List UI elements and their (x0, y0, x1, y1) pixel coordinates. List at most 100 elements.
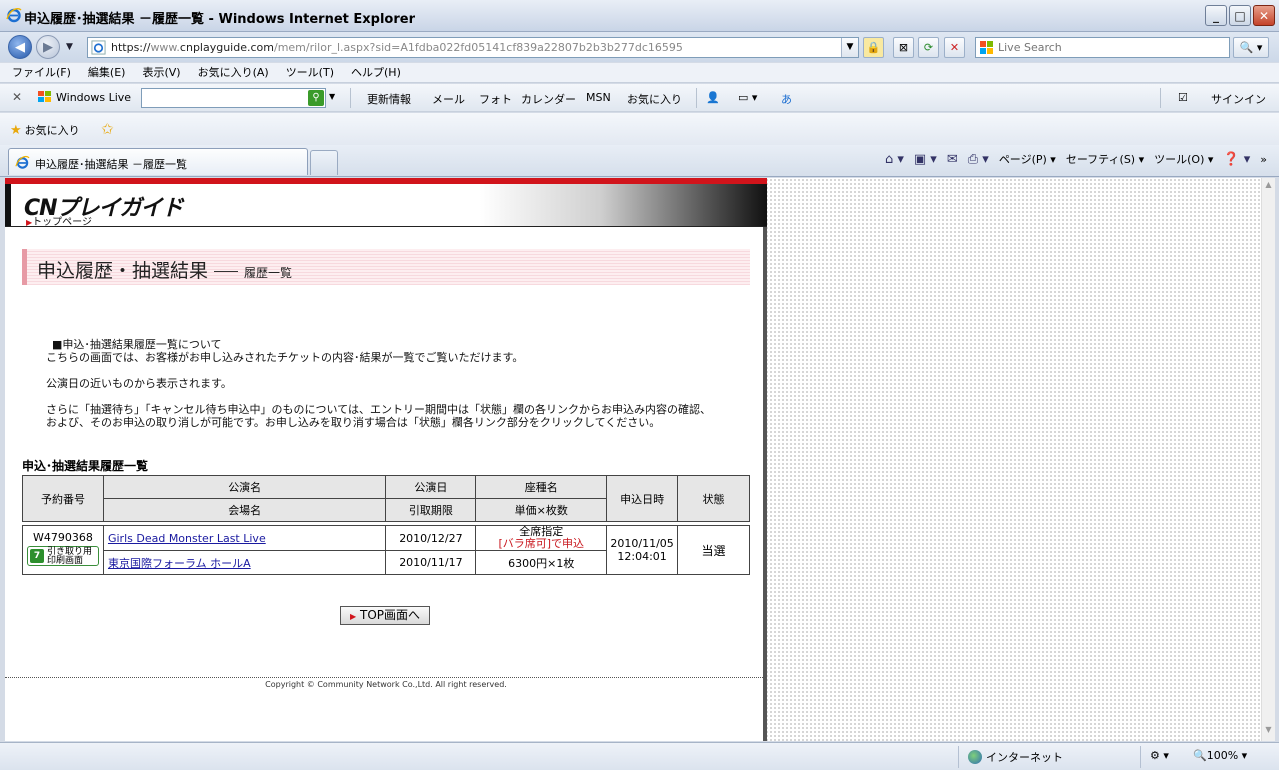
forward-arrow-icon: ▶ (43, 39, 53, 55)
title-bar: 申込履歴･抽選結果 －履歴一覧 - Windows Internet Explo… (0, 0, 1279, 32)
live-favorites[interactable]: お気に入り (627, 91, 682, 107)
tab-active[interactable]: 申込履歴･抽選結果 －履歴一覧 (8, 148, 308, 175)
table-row: W4790368 7 引き取り用 印刷画面 Girls Dead Monster … (22, 525, 750, 575)
col-reservation-no: 予約番号 (22, 475, 104, 522)
address-url[interactable]: https://www.cnplayguide.com/mem/rilor_l.… (111, 41, 683, 54)
add-favorite-icon[interactable]: ✩ (101, 120, 114, 138)
live-calendar[interactable]: カレンダー (521, 91, 576, 107)
live-toolbar-search[interactable]: ⚲ (141, 88, 326, 108)
live-updates[interactable]: 更新情報 (367, 91, 411, 107)
menu-help[interactable]: ヘルプ(H) (351, 63, 401, 82)
page-menu[interactable]: ページ(P) ▾ (999, 151, 1056, 167)
favorites-button[interactable]: ★ お気に入り (10, 122, 80, 138)
live-mail[interactable]: メール (432, 91, 465, 107)
read-mail-icon[interactable]: ✉ (947, 152, 958, 167)
windows-flag-icon (980, 41, 993, 54)
intro-heading: ■申込･抽選結果履歴一覧について (52, 338, 222, 351)
refresh-icon[interactable]: ⟳ (918, 37, 939, 58)
address-row: ◀ ▶ ▼ https://www.cnplayguide.com/mem/ri… (0, 32, 1279, 62)
live-search-box[interactable] (975, 37, 1230, 58)
live-search-input[interactable] (976, 38, 1206, 57)
windows-live-brand[interactable]: Windows Live (38, 91, 131, 104)
scroll-down-icon[interactable]: ▼ (1262, 725, 1275, 739)
pickup-print-button[interactable]: 7 引き取り用 印刷画面 (26, 546, 99, 566)
translate-icon[interactable]: あ (781, 91, 792, 107)
address-dropdown-icon[interactable]: ▼ (841, 38, 858, 57)
window-title: 申込履歴･抽選結果 －履歴一覧 - Windows Internet Explo… (24, 12, 415, 27)
history-table: 予約番号 公演名 公演日 座種名 申込日時 状態 会場名 引取期限 単価×枚数 … (22, 475, 750, 575)
scroll-up-icon[interactable]: ▲ (1262, 180, 1275, 194)
live-msn[interactable]: MSN (586, 91, 611, 104)
lock-icon[interactable]: 🔒 (863, 37, 884, 58)
intro-text: ■申込･抽選結果履歴一覧について こちらの画面では、お客様がお申し込みされたチケ… (46, 338, 711, 442)
search-go-icon[interactable]: ⚲ (308, 90, 324, 106)
protected-mode-icon[interactable]: ⚙ ▾ (1150, 749, 1169, 762)
star-icon: ★ (10, 123, 22, 138)
tools-menu[interactable]: ツール(O) ▾ (1154, 151, 1213, 167)
footer-divider (5, 677, 767, 678)
menu-view[interactable]: 表示(V) (142, 63, 180, 82)
col-show-name: 公演名 (102, 475, 387, 499)
col-show-date: 公演日 (385, 475, 477, 499)
spaces-icon[interactable]: ▭ ▾ (738, 91, 757, 104)
back-button[interactable]: ◀ (8, 35, 32, 59)
intro-line: さらに「抽選待ち」「キャンセル待ち申込中」のものについては、エントリー期間中は「… (46, 403, 711, 416)
chevron-more-icon[interactable]: » (1260, 153, 1267, 166)
col-applied-at: 申込日時 (606, 475, 679, 522)
new-tab-button[interactable] (310, 150, 338, 175)
toolbar-separator (696, 88, 697, 108)
signin-link[interactable]: サインイン (1211, 91, 1266, 107)
page-favicon-icon (91, 40, 106, 55)
close-button[interactable]: ✕ (1253, 5, 1275, 26)
search-button[interactable]: 🔍 ▾ (1233, 37, 1269, 58)
reservation-number: W4790368 (33, 531, 93, 544)
messenger-avatar-icon[interactable]: 👤 (706, 91, 720, 104)
live-photos[interactable]: フォト (479, 91, 512, 107)
maximize-button[interactable]: □ (1229, 5, 1251, 26)
intro-line: 公演日の近いものから表示されます。 (46, 377, 232, 390)
live-search-dropdown-icon[interactable]: ▼ (329, 92, 335, 101)
feeds-icon[interactable]: ▣ ▾ (914, 152, 937, 167)
home-icon[interactable]: ⌂ ▾ (885, 152, 904, 167)
toolbar-separator (350, 88, 351, 108)
windows-live-toolbar: ✕ Windows Live ⚲ ▼ 更新情報 メール フォト カレンダー MS… (0, 84, 1279, 112)
help-icon[interactable]: ❓ ▾ (1223, 152, 1250, 167)
menu-edit[interactable]: 編集(E) (88, 63, 126, 82)
triangle-icon: ▶ (350, 612, 357, 621)
reservation-cell: W4790368 7 引き取り用 印刷画面 (22, 525, 104, 575)
top-page-button[interactable]: ▶ TOP画面へ (340, 606, 430, 625)
vertical-scrollbar[interactable]: ▲ ▼ (1261, 178, 1275, 741)
history-dropdown-icon[interactable]: ▼ (66, 42, 73, 52)
menu-file[interactable]: ファイル(F) (12, 63, 71, 82)
print-icon[interactable]: ⎙ ▾ (968, 152, 989, 167)
col-price-qty: 単価×枚数 (475, 498, 608, 522)
venue-link[interactable]: 東京国際フォーラム ホールA (108, 557, 251, 570)
menu-favorites[interactable]: お気に入り(A) (198, 63, 269, 82)
stop-icon[interactable]: ✕ (944, 37, 965, 58)
heading-dash (214, 271, 239, 272)
col-seat-type: 座種名 (475, 475, 608, 499)
zoom-level[interactable]: 🔍100% ▾ (1193, 749, 1247, 762)
status-separator (1140, 746, 1141, 768)
ie-tab-icon (15, 156, 30, 169)
minimize-button[interactable]: _ (1205, 5, 1227, 26)
globe-icon (968, 750, 982, 764)
status-bar: インターネット ⚙ ▾ 🔍100% ▾ (0, 742, 1279, 770)
security-zone[interactable]: インターネット (968, 749, 1063, 765)
page-heading-band: 申込履歴・抽選結果 履歴一覧 (22, 249, 750, 285)
address-bar[interactable]: https://www.cnplayguide.com/mem/rilor_l.… (87, 37, 859, 58)
menu-tools[interactable]: ツール(T) (286, 63, 334, 82)
signin-checkbox-icon[interactable]: ☑ (1178, 91, 1188, 104)
safety-menu[interactable]: セーフティ(S) ▾ (1066, 151, 1144, 167)
col-venue: 会場名 (102, 498, 387, 522)
page-title: 申込履歴・抽選結果 履歴一覧 (37, 260, 293, 282)
compatibility-icon[interactable]: ⊠ (893, 37, 914, 58)
close-toolbar-icon[interactable]: ✕ (12, 90, 22, 104)
seat-note: [バラ席可]で申込 (498, 537, 585, 550)
intro-line: こちらの画面では、お客様がお申し込みされたチケットの内容･結果が一覧でご覧いただ… (46, 351, 524, 364)
favorites-bar: ★ お気に入り ✩ (0, 113, 1279, 145)
forward-button[interactable]: ▶ (36, 35, 60, 59)
history-list-title: 申込･抽選結果履歴一覧 (22, 459, 149, 473)
show-name-link[interactable]: Girls Dead Monster Last Live (108, 532, 266, 545)
copyright: Copyright © Community Network Co.,Ltd. A… (265, 680, 507, 689)
